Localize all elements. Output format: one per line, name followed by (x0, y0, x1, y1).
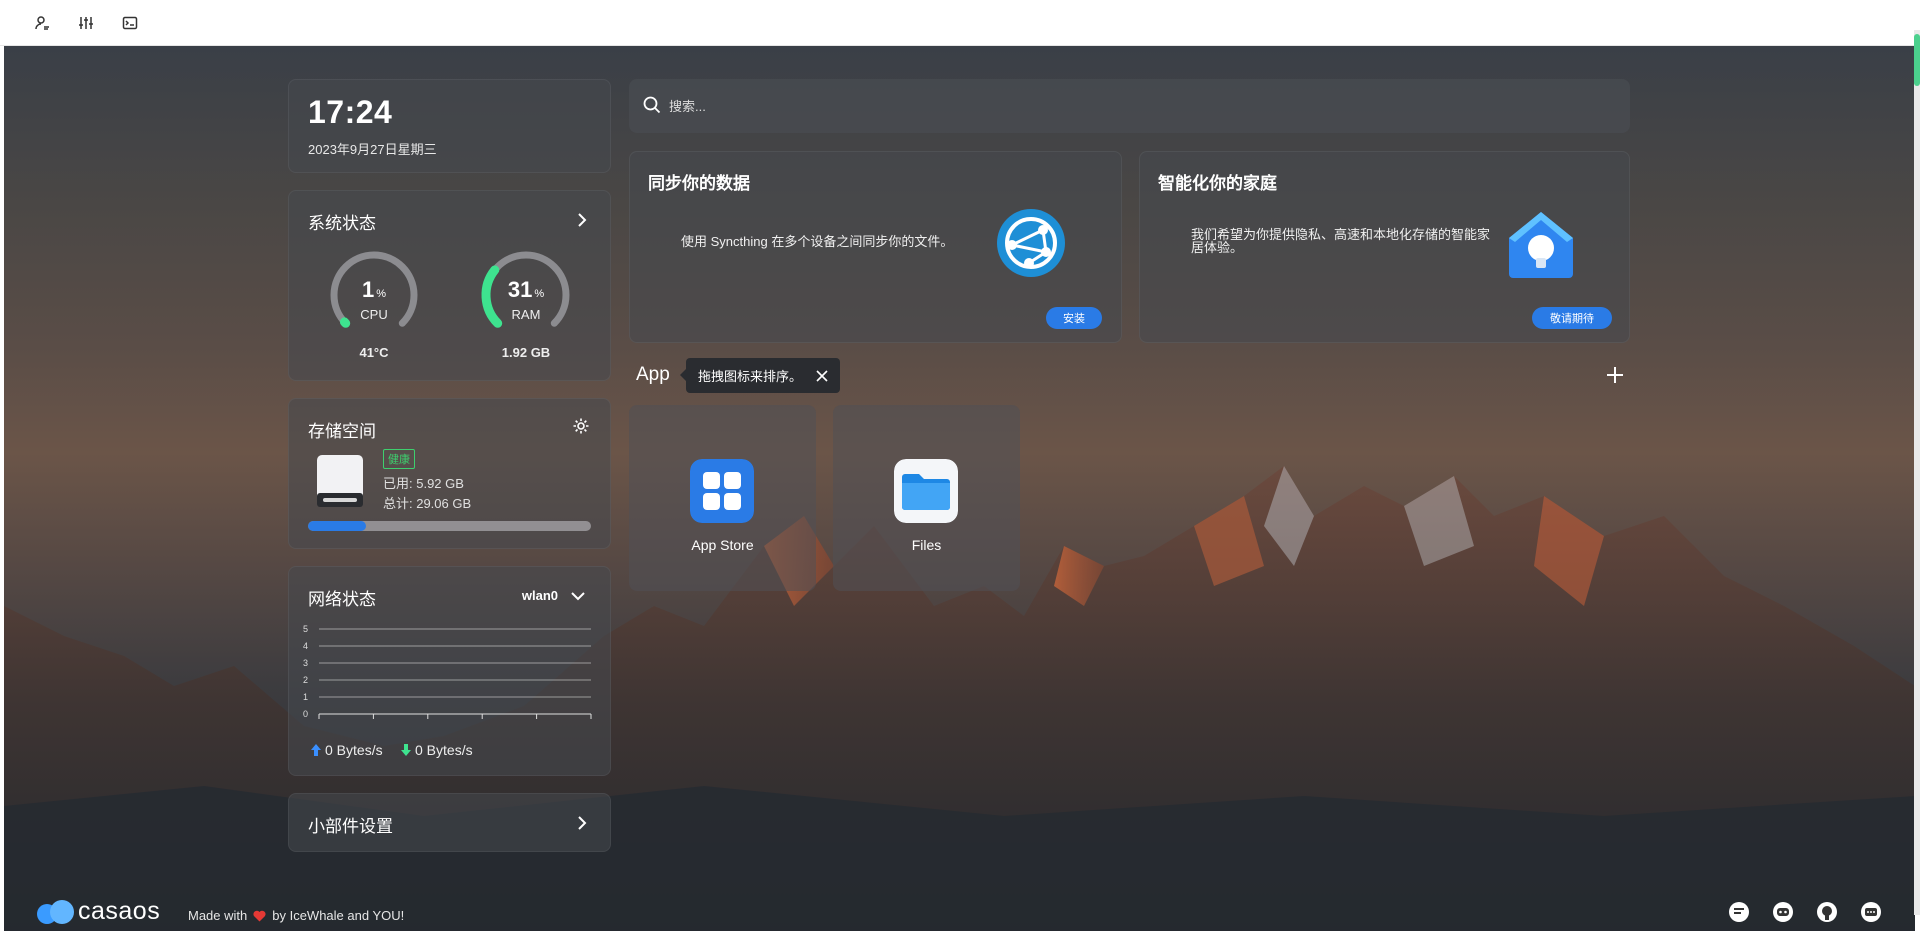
drag-hint-tooltip: 拖拽图标来排序。 (679, 358, 841, 393)
close-icon[interactable] (816, 369, 828, 382)
arrow-down-icon (401, 744, 411, 756)
sliders-icon[interactable] (75, 12, 97, 34)
storage-widget: 存储空间 健康 已用: 5.92 GB 总计: 29.06 GB (288, 398, 611, 549)
download-rate: 0 Bytes/s (401, 742, 473, 758)
clock-widget: 17:24 2023年9月27日星期三 (288, 79, 611, 173)
ram-value: 31 (507, 277, 533, 302)
page-scrollbar[interactable] (1914, 30, 1920, 915)
sync-promo-title: 同步你的数据 (648, 174, 750, 193)
arrow-up-icon (311, 744, 321, 756)
app-store-icon (690, 459, 754, 523)
network-chart: 5 4 3 2 1 0 (303, 624, 592, 719)
y-tick-label: 1 (303, 692, 308, 702)
hard-drive-icon (317, 455, 363, 507)
cpu-gauge: 1% CPU 41°C (326, 247, 422, 360)
drag-hint-text: 拖拽图标来排序。 (698, 369, 803, 384)
add-app-icon[interactable] (1606, 366, 1624, 384)
search-bar (629, 79, 1630, 133)
storage-total: 总计: 29.06 GB (383, 496, 472, 511)
made-with-text: Made with by IceWhale and YOU! (188, 908, 404, 923)
apps-section-title: App (636, 364, 670, 385)
gear-icon[interactable] (572, 417, 590, 435)
brand-name: casaos (78, 897, 161, 925)
y-tick-label: 0 (303, 709, 308, 719)
discord-icon[interactable] (1772, 901, 1794, 923)
clock-time: 17:24 (308, 94, 393, 130)
casaos-logo[interactable]: casaos (36, 897, 160, 926)
ram-label: RAM (511, 307, 541, 322)
system-status-widget: 系统状态 1% CPU 41°C 31% RAM 1.92 GB (288, 190, 611, 381)
cpu-gauge-fill (339, 317, 351, 328)
chevron-right-icon[interactable] (574, 815, 590, 831)
sync-promo-card: 同步你的数据 使用 Syncthing 在多个设备之间同步你的文件。 安装 (629, 151, 1122, 343)
ram-gauge: 31% RAM 1.92 GB (478, 247, 574, 360)
storage-title: 存储空间 (308, 422, 376, 441)
storage-progress-bar (308, 521, 591, 531)
chevron-down-icon[interactable] (570, 588, 586, 604)
forum-icon[interactable] (1728, 901, 1750, 923)
y-tick-label: 4 (303, 641, 308, 651)
download-rate-value: 0 Bytes/s (415, 742, 473, 758)
smart-home-promo-title: 智能化你的家庭 (1158, 174, 1277, 193)
storage-progress-fill (308, 521, 366, 531)
network-widget: 网络状态 wlan0 5 4 3 2 1 0 0 Bytes/s 0 Bytes/s (288, 566, 611, 776)
top-toolbar (0, 0, 1920, 46)
widget-settings-card[interactable]: 小部件设置 (288, 793, 611, 852)
storage-used: 已用: 5.92 GB (383, 476, 464, 491)
cpu-value: 1 (361, 277, 375, 302)
smart-home-promo-card: 智能化你的家庭 我们希望为你提供隐私、高速和本地化存储的智能家居体验。 敬请期待 (1139, 151, 1630, 343)
ram-unit: % (534, 288, 545, 300)
smart-home-icon (1509, 212, 1573, 278)
system-status-title: 系统状态 (308, 214, 376, 233)
search-icon (643, 96, 661, 114)
app-name: Files (911, 537, 942, 553)
folder-icon (894, 459, 958, 523)
search-input[interactable] (669, 94, 1569, 118)
feedback-icon[interactable] (1860, 901, 1882, 923)
smart-home-promo-description: 我们希望为你提供隐私、高速和本地化存储的智能家居体验。 (1191, 227, 1491, 255)
chevron-right-icon[interactable] (574, 212, 590, 228)
user-settings-icon[interactable] (31, 12, 53, 34)
ram-usage: 1.92 GB (501, 345, 551, 360)
upload-rate: 0 Bytes/s (311, 742, 383, 758)
widget-settings-title: 小部件设置 (308, 817, 393, 836)
app-tile-files[interactable]: Files (833, 405, 1020, 591)
interface-select[interactable]: wlan0 (522, 588, 558, 603)
cpu-unit: % (376, 288, 387, 300)
github-icon[interactable] (1816, 901, 1838, 923)
app-tile-app-store[interactable]: App Store (629, 405, 816, 591)
made-by-label: by IceWhale and YOU! (272, 908, 405, 923)
clock-date: 2023年9月27日星期三 (308, 142, 437, 157)
install-button[interactable]: 安装 (1046, 307, 1102, 329)
y-tick-label: 3 (303, 658, 308, 668)
casaos-cloud-icon (37, 899, 74, 924)
cpu-label: CPU (360, 307, 388, 322)
app-name: App Store (691, 537, 754, 553)
syncthing-icon (997, 209, 1065, 277)
sync-promo-description: 使用 Syncthing 在多个设备之间同步你的文件。 (681, 234, 954, 249)
made-with-label: Made with (188, 908, 248, 923)
y-tick-label: 5 (303, 624, 308, 634)
health-badge: 健康 (383, 449, 415, 469)
terminal-icon[interactable] (119, 12, 141, 34)
scrollbar-thumb[interactable] (1914, 34, 1920, 86)
upload-rate-value: 0 Bytes/s (325, 742, 383, 758)
network-title: 网络状态 (308, 590, 376, 609)
heart-icon (253, 910, 266, 921)
cpu-temperature: 41°C (359, 345, 389, 360)
y-tick-label: 2 (303, 675, 308, 685)
coming-soon-button[interactable]: 敬请期待 (1532, 307, 1612, 329)
